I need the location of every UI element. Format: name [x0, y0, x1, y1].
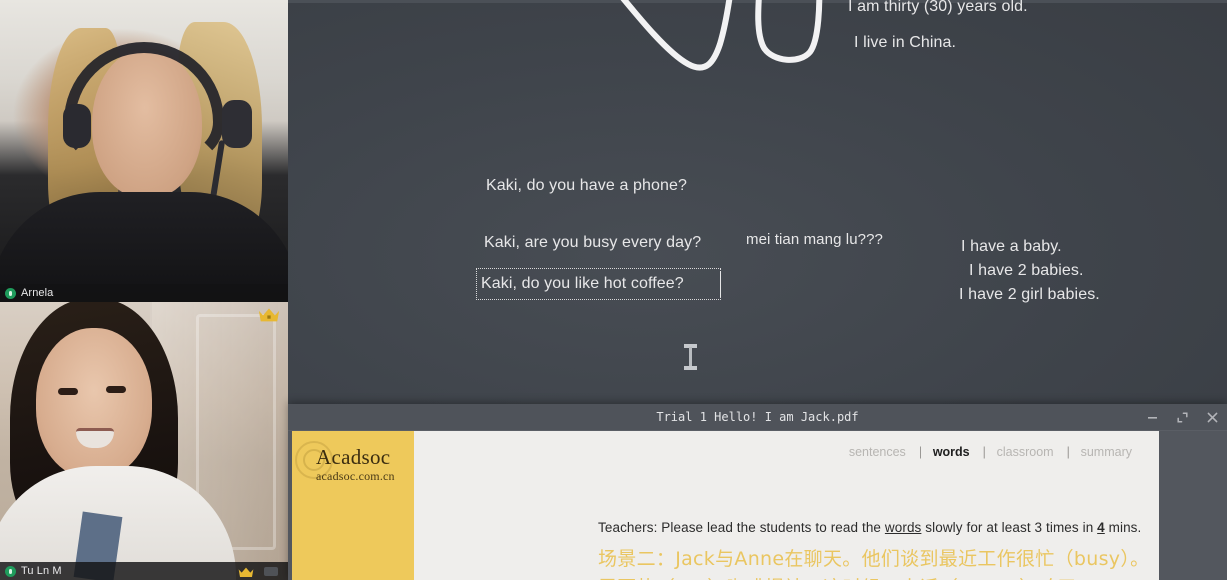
pdf-tab-bar: sentences | words | classroom | summary	[836, 445, 1145, 459]
student-eye-left	[58, 388, 78, 395]
video-tile-teacher[interactable]: Arnela	[0, 0, 288, 302]
instruction-emphasis-words: words	[884, 520, 922, 535]
scenario-line-2: 需要热（hot）咖啡提神。这时候，电话（phone）响了。	[598, 574, 1159, 580]
whiteboard-drawing-strokes	[620, 0, 823, 71]
crown-icon	[258, 308, 280, 322]
tab-classroom[interactable]: classroom	[984, 445, 1067, 459]
window-controls	[1143, 404, 1221, 430]
headphone-earcup-left	[63, 104, 91, 148]
microphone-icon	[5, 565, 16, 577]
whiteboard-text-baby-2[interactable]: I have 2 babies.	[969, 260, 1084, 281]
video-panel: Arnela Tu Ln M	[0, 0, 288, 580]
student-name-label: Tu Ln M	[21, 565, 62, 577]
instruction-emphasis-minutes: 4	[1097, 520, 1105, 535]
pdf-viewer-window: Trial 1 Hello! I am Jack.pdf Acadsoc aca…	[288, 404, 1227, 580]
whiteboard-text-phone-question[interactable]: Kaki, do you have a phone?	[486, 175, 687, 196]
whiteboard-text-age[interactable]: I am thirty (30) years old.	[848, 0, 1028, 17]
video-tile-student[interactable]: Tu Ln M	[0, 302, 288, 580]
acadsoc-brand-name: Acadsoc	[316, 445, 391, 469]
tab-words[interactable]: words	[920, 445, 983, 459]
pdf-window-titlebar[interactable]: Trial 1 Hello! I am Jack.pdf	[288, 404, 1227, 431]
text-ibeam-cursor	[684, 344, 697, 370]
whiteboard-text-coffee-question[interactable]: Kaki, do you like hot coffee?	[481, 273, 684, 294]
whiteboard-text-busy-question[interactable]: Kaki, are you busy every day?	[484, 232, 701, 253]
whiteboard-text-baby-3[interactable]: I have 2 girl babies.	[959, 284, 1100, 305]
video-control-chip[interactable]	[264, 567, 278, 576]
instruction-part-3: mins.	[1104, 520, 1142, 535]
classroom-app-window: Arnela Tu Ln M I am thirty (30) years ol…	[0, 0, 1227, 580]
teacher-name-plate: Arnela	[0, 284, 288, 302]
pdf-window-title: Trial 1 Hello! I am Jack.pdf	[656, 410, 859, 424]
student-video-feed	[0, 302, 288, 580]
student-eye-right	[106, 386, 126, 393]
maximize-icon[interactable]	[1173, 408, 1191, 426]
tab-sentences[interactable]: sentences	[836, 445, 919, 459]
pdf-page-content: sentences | words | classroom | summary …	[414, 431, 1159, 580]
acadsoc-brand-sidebar: Acadsoc acadsoc.com.cn	[292, 431, 414, 580]
pdf-viewer-body: Acadsoc acadsoc.com.cn sentences | words…	[288, 431, 1227, 580]
acadsoc-brand-url: acadsoc.com.cn	[316, 469, 395, 483]
instruction-part-1: Teachers: Please lead the students to re…	[598, 520, 885, 535]
crown-badge-icon	[238, 567, 254, 577]
headphone-earcup-right	[222, 100, 252, 148]
scenario-text-block: 场景二：Jack与Anne在聊天。他们谈到最近工作很忙（busy）。 需要热（h…	[598, 545, 1159, 580]
scenario-line-1: 场景二：Jack与Anne在聊天。他们谈到最近工作很忙（busy）。	[598, 548, 1150, 570]
teacher-instruction-line: Teachers: Please lead the students to re…	[598, 520, 1141, 535]
teacher-name-label: Arnela	[21, 287, 54, 299]
pdf-page[interactable]: Acadsoc acadsoc.com.cn sentences | words…	[292, 431, 1159, 580]
close-icon[interactable]	[1203, 408, 1221, 426]
tab-summary[interactable]: summary	[1068, 445, 1145, 459]
whiteboard-text-pinyin[interactable]: mei tian mang lu???	[746, 229, 883, 250]
whiteboard-text-china[interactable]: I live in China.	[854, 32, 956, 53]
whiteboard-text-baby-1[interactable]: I have a baby.	[961, 236, 1062, 257]
text-caret	[720, 271, 721, 297]
instruction-part-2: slowly for at least 3 times in	[921, 520, 1098, 535]
teacher-video-feed	[0, 0, 288, 302]
student-face	[36, 328, 152, 478]
microphone-icon	[5, 287, 16, 299]
minimize-icon[interactable]	[1143, 408, 1161, 426]
